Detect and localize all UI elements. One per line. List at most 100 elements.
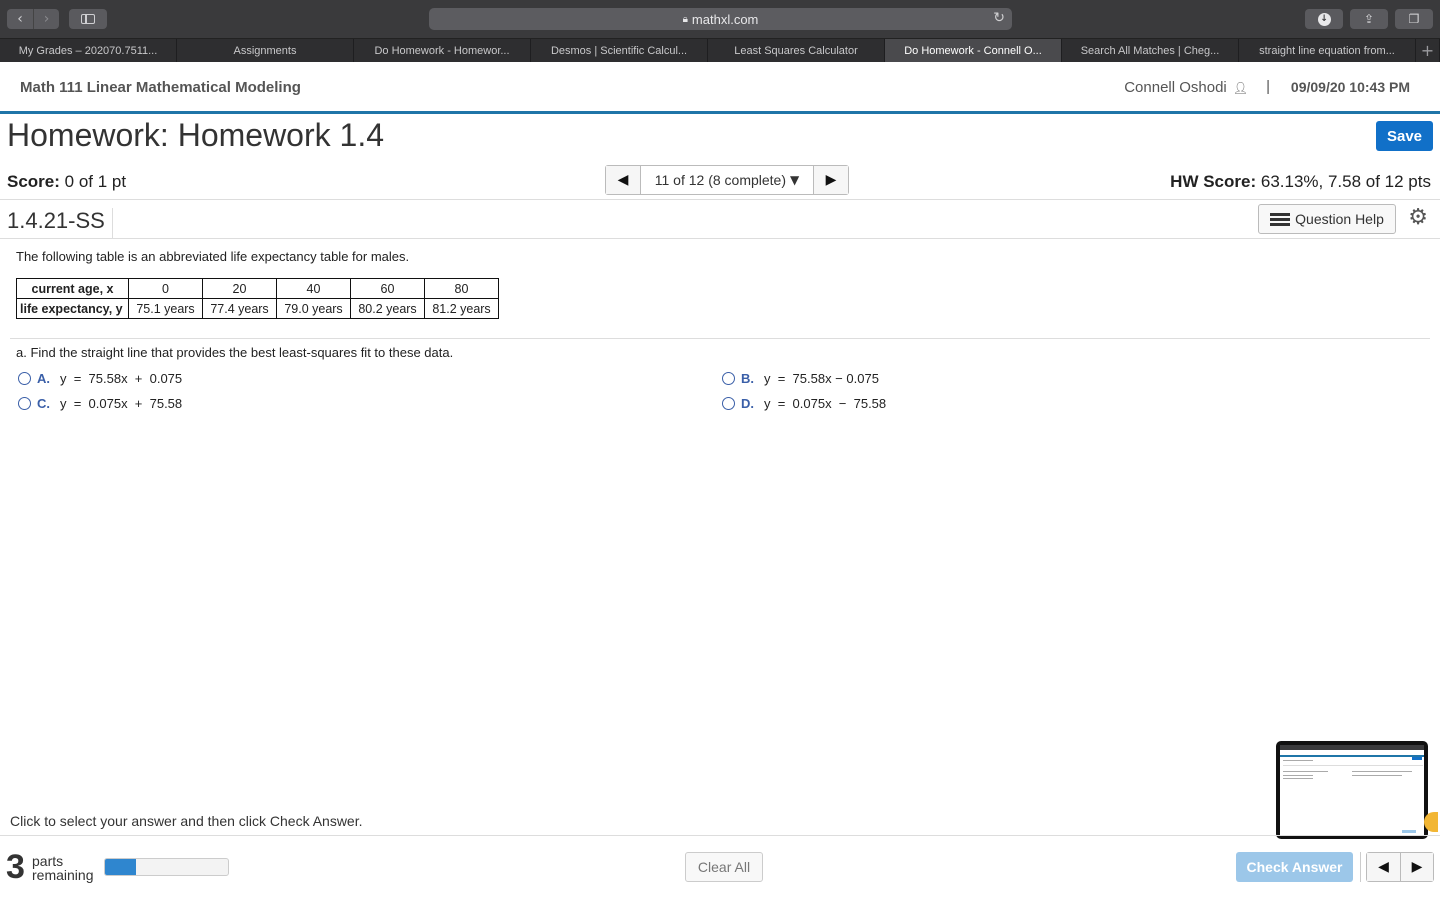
choice-b[interactable]: B. y = 75.58x − 0.075 [722, 371, 879, 386]
question-pager: ◀ 11 of 12 (8 complete) ▼ ▶ [605, 165, 849, 195]
parts-progress-bar [104, 858, 229, 876]
next-question-button[interactable]: ▶ [814, 166, 848, 194]
table-cell: 0 [128, 278, 203, 299]
answer-instruction: Click to select your answer and then cli… [10, 813, 363, 829]
life-expectancy-table: current age, x 0 20 40 60 80 life expect… [16, 278, 499, 319]
parts-remaining-label: parts remaining [32, 854, 93, 882]
tab-my-grades[interactable]: My Grades – 202070.7511... [0, 39, 177, 62]
table-cell: 20 [202, 278, 277, 299]
question-help-button[interactable]: Question Help [1258, 204, 1396, 234]
choice-text: y = 0.075x − 75.58 [764, 396, 887, 411]
table-cell: 79.0 years [276, 298, 351, 319]
next-question-button[interactable]: ▶ [1400, 853, 1433, 881]
forward-icon[interactable]: › [33, 9, 59, 29]
choice-d[interactable]: D. y = 0.075x − 75.58 [722, 396, 886, 411]
lock-icon: 🔒︎ [682, 13, 688, 25]
table-row: life expectancy, y 75.1 years 77.4 years… [16, 298, 499, 319]
radio-button[interactable] [722, 397, 735, 410]
question-intro: The following table is an abbreviated li… [16, 249, 410, 264]
choice-a[interactable]: A. y = 75.58x + 0.075 [18, 371, 182, 386]
radio-button[interactable] [722, 372, 735, 385]
header-datetime: 09/09/20 10:43 PM [1290, 79, 1410, 95]
score-value: 0 of 1 pt [59, 172, 127, 191]
tab-bar: My Grades – 202070.7511... Assignments D… [0, 38, 1440, 62]
screenshot-thumbnail[interactable] [1276, 741, 1428, 839]
back-icon[interactable]: ‹ [7, 9, 33, 29]
share-icon[interactable]: ⇪ [1350, 9, 1388, 29]
browser-toolbar: ‹ › 🔒︎ mathxl.com ↻ ↓ ⇪ ❐ [0, 0, 1440, 38]
radio-button[interactable] [18, 397, 31, 410]
download-icon[interactable]: ↓ [1305, 9, 1343, 29]
gear-icon[interactable]: ⚙ [1408, 205, 1428, 230]
radio-button[interactable] [18, 372, 31, 385]
question-id: 1.4.21-SS [7, 208, 113, 238]
app-header: Math 111 Linear Mathematical Modeling Co… [0, 62, 1440, 114]
check-answer-button[interactable]: Check Answer [1236, 852, 1353, 882]
new-tab-icon[interactable]: + [1416, 39, 1440, 62]
hw-score: HW Score: 63.13%, 7.58 of 12 pts [1170, 172, 1431, 192]
tab-label: Do Homework - Connell O... [904, 44, 1042, 57]
course-title: Math 111 Linear Mathematical Modeling [20, 79, 301, 96]
hw-score-value: 63.13%, 7.58 of 12 pts [1256, 172, 1431, 191]
user-icon: 👤︎ [1232, 81, 1248, 95]
prev-question-button[interactable]: ◀ [1367, 853, 1400, 881]
parts-label-line1: parts [32, 853, 64, 869]
part-a-prompt: a. Find the straight line that provides … [16, 345, 454, 360]
parts-remaining-count: 3 [6, 848, 25, 886]
tab-do-homework-1[interactable]: Do Homework - Homewor... [354, 39, 531, 62]
score-row: Score: 0 of 1 pt ◀ 11 of 12 (8 complete)… [0, 163, 1440, 200]
score-label: Score: [7, 172, 60, 191]
tab-label: straight line equation from... [1259, 44, 1395, 57]
footer: 3 parts remaining Clear All Check Answer… [0, 835, 1440, 900]
table-cell: 60 [350, 278, 425, 299]
table-cell: 40 [276, 278, 351, 299]
tab-label: Do Homework - Homewor... [374, 44, 510, 57]
tab-label: Assignments [233, 44, 297, 57]
parts-label-line2: remaining [32, 867, 94, 883]
table-cell: 81.2 years [424, 298, 499, 319]
table-cell: 75.1 years [128, 298, 203, 319]
reload-icon[interactable]: ↻ [993, 10, 1005, 26]
tab-do-homework-active[interactable]: Do Homework - Connell O... [885, 39, 1062, 62]
caret-down-icon: ▼ [790, 173, 800, 187]
question-id-row: 1.4.21-SS Question Help ⚙ [0, 200, 1440, 239]
tab-label: Least Squares Calculator [734, 44, 858, 57]
notification-badge [1424, 812, 1438, 832]
save-button[interactable]: Save [1376, 121, 1433, 151]
list-icon [1270, 212, 1291, 226]
table-cell: 80.2 years [350, 298, 425, 319]
clear-all-button[interactable]: Clear All [685, 852, 763, 882]
question-help-label: Question Help [1295, 211, 1384, 227]
page-title: Homework: Homework 1.4 [7, 117, 384, 153]
footer-separator [1360, 852, 1361, 882]
tab-desmos[interactable]: Desmos | Scientific Calcul... [531, 39, 708, 62]
tabs-icon[interactable]: ❐ [1395, 9, 1433, 29]
progress-fill [105, 859, 136, 875]
table-header-cell: life expectancy, y [16, 298, 129, 319]
prev-question-button[interactable]: ◀ [606, 166, 640, 194]
tab-chegg[interactable]: Search All Matches | Cheg... [1062, 39, 1239, 62]
tab-label: My Grades – 202070.7511... [18, 44, 158, 57]
tab-least-squares[interactable]: Least Squares Calculator [708, 39, 885, 62]
address-bar[interactable]: 🔒︎ mathxl.com ↻ [429, 8, 1012, 30]
choice-c[interactable]: C. y = 0.075x + 75.58 [18, 396, 182, 411]
hw-score-label: HW Score: [1170, 172, 1257, 191]
thumbnail-preview [1280, 745, 1424, 835]
user-name-text: Connell Oshodi [1124, 79, 1227, 96]
user-name[interactable]: Connell Oshodi 👤︎ [1124, 79, 1248, 96]
divider [10, 338, 1430, 339]
table-cell: 77.4 years [202, 298, 277, 319]
tab-label: Search All Matches | Cheg... [1080, 44, 1220, 57]
tab-straight-line[interactable]: straight line equation from... [1239, 39, 1416, 62]
choice-text: y = 75.58x + 0.075 [60, 371, 183, 386]
choice-text: y = 0.075x + 75.58 [60, 396, 183, 411]
sidebar-icon[interactable] [69, 9, 107, 29]
score: Score: 0 of 1 pt [7, 172, 126, 192]
table-row: current age, x 0 20 40 60 80 [16, 278, 499, 299]
footer-pager: ◀ ▶ [1366, 852, 1434, 882]
choice-letter: D. [741, 396, 754, 411]
question-selector[interactable]: 11 of 12 (8 complete) ▼ [640, 166, 814, 194]
header-separator: | [1266, 78, 1270, 95]
pager-text: 11 of 12 (8 complete) [654, 172, 787, 188]
tab-assignments[interactable]: Assignments [177, 39, 354, 62]
